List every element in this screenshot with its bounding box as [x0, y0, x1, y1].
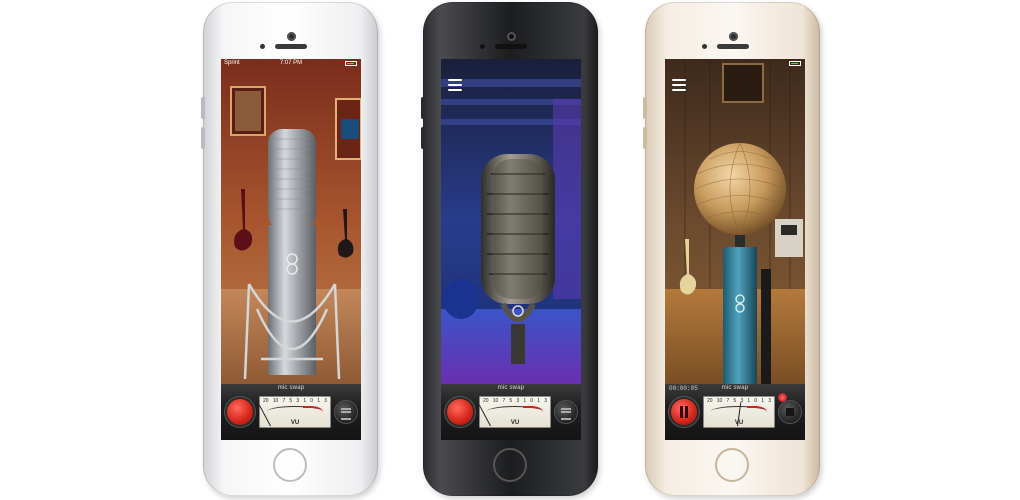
- front-camera-icon: [507, 32, 516, 41]
- vu-red-zone: [523, 406, 543, 416]
- vu-tick: 3: [324, 398, 327, 404]
- vu-tick: 1: [317, 398, 321, 404]
- vu-tick: 7: [502, 398, 506, 404]
- hamburger-menu-icon[interactable]: [672, 79, 686, 94]
- vu-tick: 5: [289, 398, 293, 404]
- brand-label: mic swap: [721, 385, 749, 391]
- vu-tick: 10: [492, 398, 499, 404]
- control-panel: mic swap 20 10 7 5 3 1 0 1 3 VU: [221, 384, 361, 440]
- vu-tick: 0: [530, 398, 534, 404]
- vu-unit-label: VU: [734, 420, 744, 426]
- vu-tick: 20: [483, 398, 489, 404]
- vu-tick: 10: [716, 398, 723, 404]
- vu-unit-label: VU: [290, 420, 300, 426]
- vu-tick: 20: [707, 398, 713, 404]
- stop-button[interactable]: [779, 401, 801, 423]
- wood-studio-scene-background: [665, 59, 805, 384]
- control-panel: mic swap 20 10 7 5 3 1 0 1 3 VU: [441, 384, 581, 440]
- front-camera-icon: [729, 32, 738, 41]
- home-button[interactable]: [715, 448, 749, 482]
- earpiece-speaker: [495, 44, 527, 49]
- proximity-sensor: [260, 44, 265, 49]
- battery-icon: [789, 61, 801, 66]
- vu-tick: 0: [310, 398, 314, 404]
- control-panel: 00:00:05 mic swap 20 10 7 5 3 1 0 1 3 VU: [665, 384, 805, 440]
- pause-button[interactable]: [671, 399, 697, 425]
- phone-space-gray: mic swap 20 10 7 5 3 1 0 1 3 VU: [421, 2, 598, 496]
- status-bar: Sprint 7:07 PM: [221, 59, 361, 69]
- vu-tick: 7: [282, 398, 286, 404]
- app-screen: Sprint 7:07 PM mic swap 20 10 7 5 3 1 0 …: [221, 59, 361, 440]
- battery-icon: [345, 61, 357, 66]
- vu-scale: 20 10 7 5 3 1 0 1 3: [483, 398, 547, 404]
- vu-tick: 1: [537, 398, 541, 404]
- status-time: 7:07 PM: [279, 60, 303, 66]
- proximity-sensor: [702, 44, 707, 49]
- volume-button: [421, 97, 425, 119]
- proximity-sensor: [480, 44, 485, 49]
- volume-button: [201, 127, 205, 149]
- vu-tick: 0: [754, 398, 758, 404]
- vu-meter: 20 10 7 5 3 1 0 1 3 VU: [258, 396, 331, 428]
- home-button[interactable]: [493, 448, 527, 482]
- vu-tick: 7: [726, 398, 730, 404]
- vu-tick: 3: [768, 398, 771, 404]
- vu-tick: 3: [296, 398, 300, 404]
- vu-tick: 10: [272, 398, 279, 404]
- volume-button: [201, 97, 205, 119]
- record-button[interactable]: [227, 399, 253, 425]
- status-bar: [665, 59, 805, 69]
- vu-tick: 1: [303, 398, 307, 404]
- vu-tick: 3: [544, 398, 547, 404]
- app-screen: mic swap 20 10 7 5 3 1 0 1 3 VU: [441, 59, 581, 440]
- vu-tick: 20: [263, 398, 269, 404]
- vu-tick: 3: [516, 398, 520, 404]
- earpiece-speaker: [717, 44, 749, 49]
- front-camera-icon: [287, 32, 296, 41]
- vu-tick: 5: [733, 398, 737, 404]
- vu-red-zone: [303, 406, 323, 416]
- hamburger-menu-icon[interactable]: [448, 79, 462, 94]
- vu-tick: 1: [747, 398, 751, 404]
- phone-gold: 00:00:05 mic swap 20 10 7 5 3 1 0 1 3 VU: [643, 2, 820, 496]
- vu-tick: 5: [509, 398, 513, 404]
- stage-scene-background: [441, 59, 581, 384]
- brand-label: mic swap: [497, 385, 525, 391]
- vu-tick: 1: [523, 398, 527, 404]
- menu-button[interactable]: [555, 401, 577, 423]
- volume-button: [421, 127, 425, 149]
- volume-button: [643, 127, 647, 149]
- vu-scale: 20 10 7 5 3 1 0 1 3: [707, 398, 771, 404]
- studio-scene-background: [221, 59, 361, 384]
- vu-unit-label: VU: [510, 420, 520, 426]
- vu-tick: 1: [761, 398, 765, 404]
- earpiece-speaker: [275, 44, 307, 49]
- vu-meter: 20 10 7 5 3 1 0 1 3 VU: [703, 396, 775, 428]
- phone-silver: Sprint 7:07 PM mic swap 20 10 7 5 3 1 0 …: [201, 2, 378, 496]
- home-button[interactable]: [273, 448, 307, 482]
- record-button[interactable]: [447, 399, 473, 425]
- brand-label: mic swap: [277, 385, 305, 391]
- volume-button: [643, 97, 647, 119]
- vu-red-zone: [747, 406, 767, 416]
- app-screen: 00:00:05 mic swap 20 10 7 5 3 1 0 1 3 VU: [665, 59, 805, 440]
- vu-meter: 20 10 7 5 3 1 0 1 3 VU: [478, 396, 551, 428]
- vu-scale: 20 10 7 5 3 1 0 1 3: [263, 398, 327, 404]
- menu-button[interactable]: [335, 401, 357, 423]
